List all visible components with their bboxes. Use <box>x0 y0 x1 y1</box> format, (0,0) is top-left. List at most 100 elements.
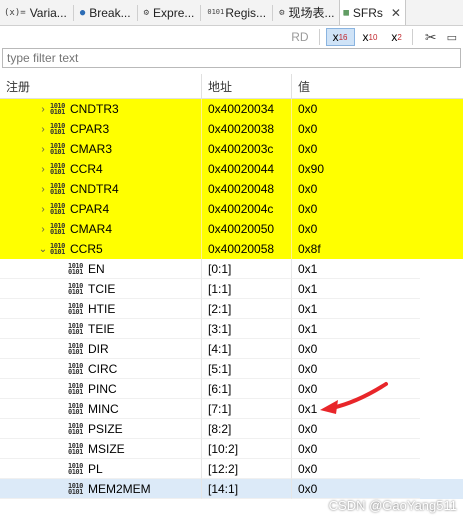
field-value[interactable]: 0x0 <box>292 419 420 439</box>
field-name: DIR <box>88 341 109 356</box>
field-name-cell: 1010 0101 TCIE <box>0 279 202 299</box>
register-value[interactable]: 0x90 <box>292 159 420 179</box>
register-value[interactable]: 0x0 <box>292 179 420 199</box>
binary-format-subscript: 2 <box>397 32 402 42</box>
register-value[interactable]: 0x0 <box>292 219 420 239</box>
field-row[interactable]: 1010 0101 PSIZE [8:2] 0x0 <box>0 419 463 439</box>
register-row[interactable]: › 1010 0101 CPAR4 0x4002004c 0x0 <box>0 199 463 219</box>
field-name-cell: 1010 0101 MSIZE <box>0 439 202 459</box>
register-value[interactable]: 0x8f <box>292 239 420 259</box>
chevron-right-icon[interactable]: › <box>36 164 50 175</box>
register-icon: 1010 0101 <box>50 162 65 176</box>
field-value[interactable]: 0x0 <box>292 459 420 479</box>
chevron-right-icon[interactable]: › <box>36 204 50 215</box>
chevron-right-icon[interactable]: › <box>36 224 50 235</box>
field-value[interactable]: 0x0 <box>292 439 420 459</box>
field-value[interactable]: 0x1 <box>292 299 420 319</box>
tab-registers[interactable]: 0101 Regis... <box>203 0 270 25</box>
chevron-right-icon[interactable]: › <box>36 124 50 135</box>
register-icon: 1010 0101 <box>50 142 65 156</box>
field-row[interactable]: 1010 0101 HTIE [2:1] 0x1 <box>0 299 463 319</box>
field-row[interactable]: 1010 0101 MEM2MEM [14:1] 0x0 <box>0 479 463 499</box>
register-row[interactable]: › 1010 0101 CPAR3 0x40020038 0x0 <box>0 119 463 139</box>
field-row[interactable]: 1010 0101 TEIE [3:1] 0x1 <box>0 319 463 339</box>
field-name-cell: 1010 0101 PSIZE <box>0 419 202 439</box>
register-name-cell: › 1010 0101 CNDTR3 <box>0 99 202 119</box>
field-name: PL <box>88 461 103 476</box>
variables-icon: (x)= <box>4 7 26 18</box>
register-icon: 1010 0101 <box>50 122 65 136</box>
field-name-cell: 1010 0101 HTIE <box>0 299 202 319</box>
register-name-cell: › 1010 0101 CMAR4 <box>0 219 202 239</box>
field-value[interactable]: 0x1 <box>292 259 420 279</box>
field-row[interactable]: 1010 0101 TCIE [1:1] 0x1 <box>0 279 463 299</box>
column-header-name[interactable]: 注册 <box>0 74 202 98</box>
tab-label: SFRs <box>352 5 383 20</box>
binary-format-button[interactable]: x2 <box>385 28 407 46</box>
field-row[interactable]: 1010 0101 DIR [4:1] 0x0 <box>0 339 463 359</box>
field-value[interactable]: 0x1 <box>292 319 420 339</box>
field-row[interactable]: 1010 0101 MSIZE [10:2] 0x0 <box>0 439 463 459</box>
field-row[interactable]: 1010 0101 CIRC [5:1] 0x0 <box>0 359 463 379</box>
field-bits: [7:1] <box>202 399 292 419</box>
filter-input[interactable] <box>2 48 461 68</box>
register-row[interactable]: › 1010 0101 CNDTR3 0x40020034 0x0 <box>0 99 463 119</box>
register-value[interactable]: 0x0 <box>292 199 420 219</box>
field-row[interactable]: 1010 0101 PINC [6:1] 0x0 <box>0 379 463 399</box>
register-value[interactable]: 0x0 <box>292 139 420 159</box>
register-row[interactable]: › 1010 0101 CNDTR4 0x40020048 0x0 <box>0 179 463 199</box>
close-icon[interactable]: ✕ <box>391 6 401 20</box>
menu-icon[interactable]: ▭ <box>445 28 459 46</box>
view-tab-bar: (x)= Varia... ● Break... ⚙ Expre... 0101… <box>0 0 463 26</box>
chevron-right-icon[interactable]: › <box>36 144 50 155</box>
field-value[interactable]: 0x0 <box>292 359 420 379</box>
register-icon: 1010 0101 <box>68 341 83 356</box>
chevron-right-icon[interactable]: › <box>36 184 50 195</box>
sfr-table: 注册 地址 值 › 1010 0101 CNDTR3 0x40020034 0x0 › 101… <box>0 74 463 499</box>
chevron-right-icon[interactable]: › <box>36 104 50 115</box>
tab-separator <box>72 5 74 21</box>
tab-label: 现场表... <box>288 6 335 20</box>
field-name-cell: 1010 0101 DIR <box>0 339 202 359</box>
field-row[interactable]: 1010 0101 PL [12:2] 0x0 <box>0 459 463 479</box>
field-name-cell: 1010 0101 MEM2MEM <box>0 479 202 499</box>
hex-format-button[interactable]: x 16 <box>325 28 355 46</box>
tab-sfrs[interactable]: ▦ SFRs ✕ <box>338 0 406 25</box>
register-name: CCR5 <box>70 242 103 256</box>
field-value[interactable]: 0x0 <box>292 339 420 359</box>
register-value[interactable]: 0x0 <box>292 119 420 139</box>
field-name-cell: 1010 0101 EN <box>0 259 202 279</box>
register-icon: 1010 0101 <box>50 182 65 196</box>
column-header-address[interactable]: 地址 <box>202 74 292 98</box>
field-row[interactable]: 1010 0101 EN [0:1] 0x1 <box>0 259 463 279</box>
register-row[interactable]: › 1010 0101 CMAR4 0x40020050 0x0 <box>0 219 463 239</box>
field-name: MEM2MEM <box>88 481 151 496</box>
register-name: CMAR4 <box>70 222 113 236</box>
field-name: PSIZE <box>88 421 123 436</box>
tab-expressions[interactable]: ⚙ Expre... <box>140 0 199 25</box>
register-value[interactable]: 0x0 <box>292 99 420 119</box>
field-value[interactable]: 0x0 <box>292 479 420 499</box>
register-name-cell: › 1010 0101 CMAR3 <box>0 139 202 159</box>
field-value[interactable]: 0x1 <box>292 279 420 299</box>
settings-icon[interactable]: ✂ <box>419 28 443 46</box>
register-row[interactable]: › 1010 0101 CMAR3 0x4002003c 0x0 <box>0 139 463 159</box>
field-row[interactable]: 1010 0101 MINC [7:1] 0x1 <box>0 399 463 419</box>
registers-icon: 0101 <box>207 8 225 16</box>
register-address: 0x40020044 <box>202 159 292 179</box>
register-icon: 1010 0101 <box>68 481 83 496</box>
tab-variables[interactable]: (x)= Varia... <box>0 0 71 25</box>
annotation-arrow <box>320 382 388 414</box>
register-name: CPAR4 <box>70 202 110 216</box>
read-button[interactable]: RD <box>285 28 314 46</box>
chevron-down-icon[interactable]: ⌄ <box>36 244 50 255</box>
tab-breakpoints[interactable]: ● Break... <box>76 0 135 25</box>
register-row[interactable]: ⌄ 1010 0101 CCR5 0x40020058 0x8f <box>0 239 463 259</box>
register-row[interactable]: › 1010 0101 CCR4 0x40020044 0x90 <box>0 159 463 179</box>
field-name: MSIZE <box>88 441 125 456</box>
decimal-format-button[interactable]: x 10 <box>357 28 384 46</box>
tab-live-expressions[interactable]: ⚙ 现场表... <box>275 0 338 25</box>
sfrs-icon: ▦ <box>343 7 349 18</box>
live-expressions-icon: ⚙ <box>279 7 285 18</box>
column-header-value[interactable]: 值 <box>292 74 420 98</box>
